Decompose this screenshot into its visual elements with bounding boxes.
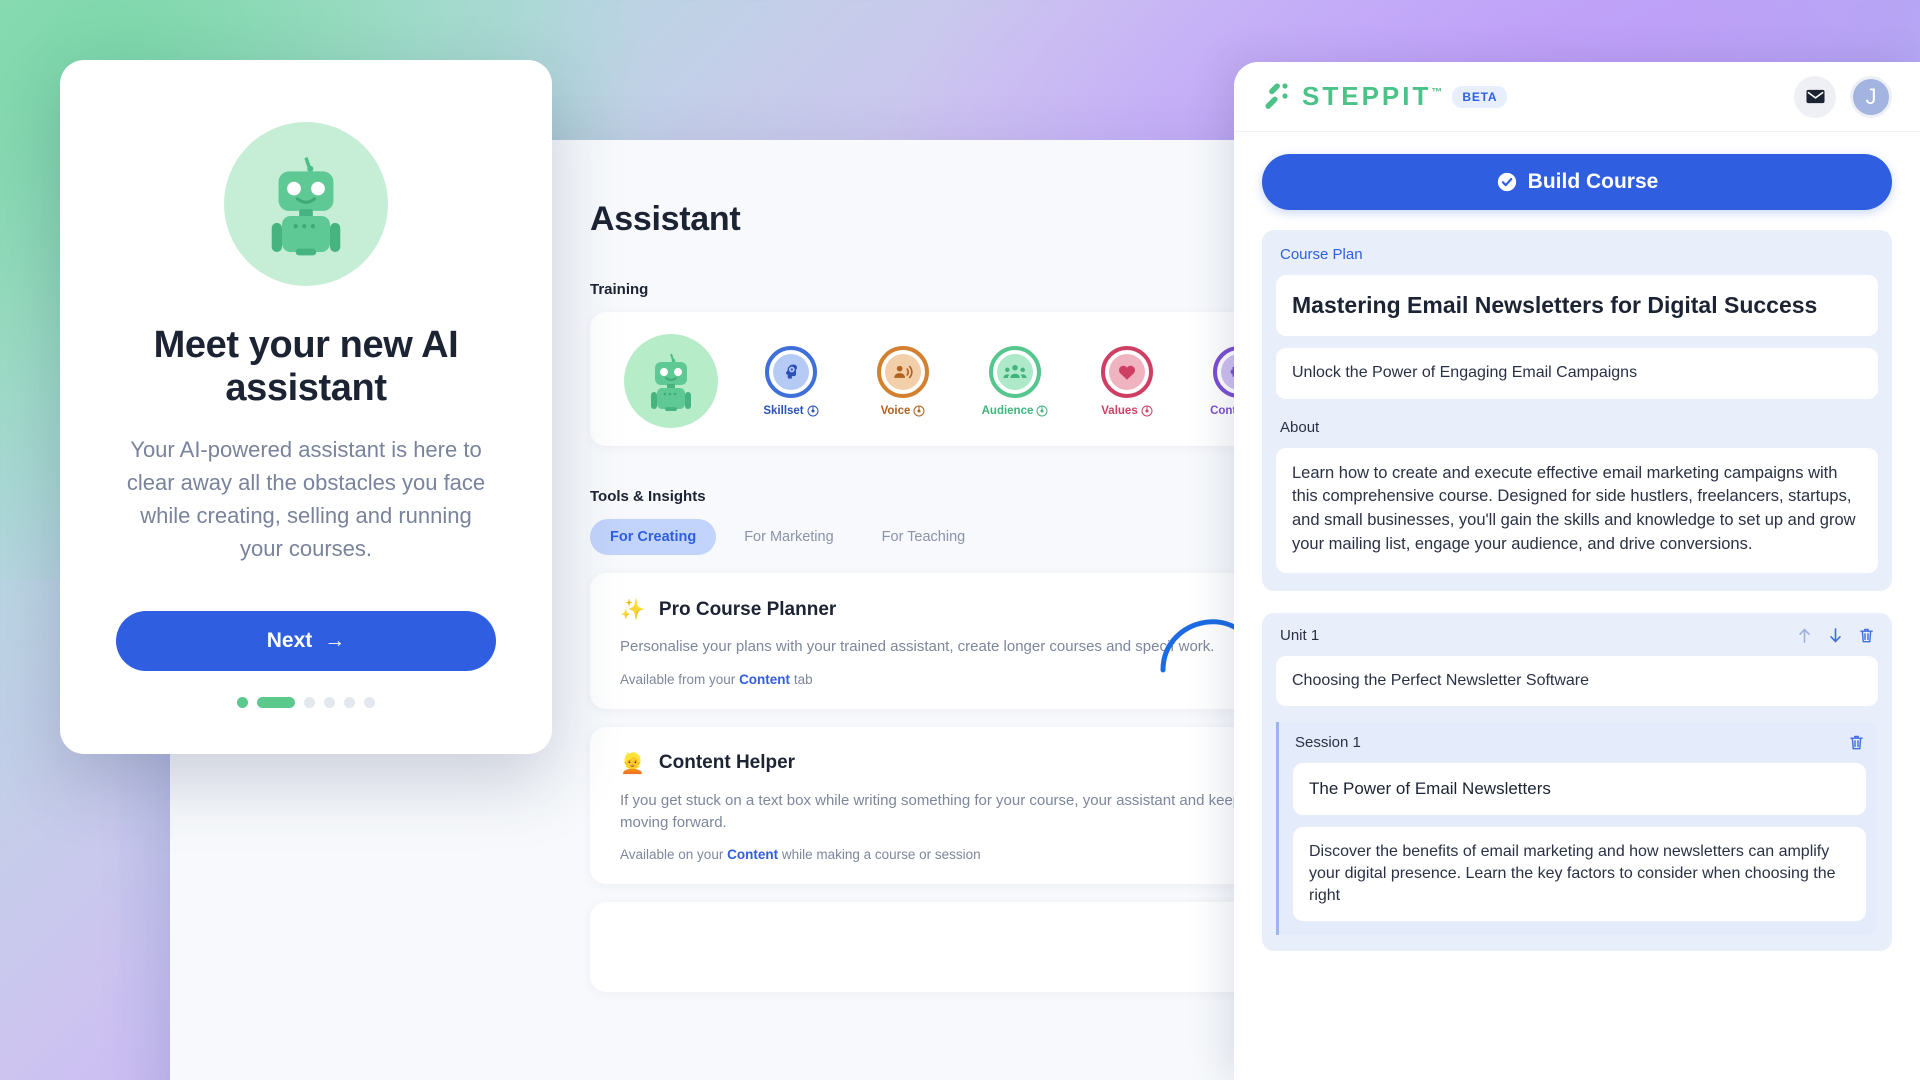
pagination-dot-2[interactable] bbox=[257, 697, 295, 709]
arrow-up-icon bbox=[1799, 628, 1810, 644]
pagination-dot-3[interactable] bbox=[304, 697, 315, 709]
training-badge-label: Skillset bbox=[763, 404, 804, 417]
dial-icon bbox=[807, 405, 819, 416]
training-badge-label: Audience bbox=[981, 404, 1034, 417]
modal-robot-avatar bbox=[224, 122, 388, 286]
heart-icon bbox=[1118, 365, 1136, 380]
dial-icon bbox=[1141, 405, 1153, 416]
panel-header: STEPPIT™ BETA J bbox=[1234, 62, 1920, 132]
training-badge-label: Voice bbox=[880, 404, 911, 417]
next-button-label: Next bbox=[266, 629, 313, 653]
pagination-dot-4[interactable] bbox=[324, 697, 335, 709]
tool-description: If you get stuck on a text box while wri… bbox=[620, 791, 1270, 831]
training-badge-skillset[interactable]: Skillset bbox=[752, 345, 830, 417]
check-circle-icon bbox=[1497, 172, 1516, 192]
course-subtitle-input[interactable]: Unlock the Power of Engaging Email Campa… bbox=[1276, 348, 1878, 399]
course-plan-box: Course Plan Mastering Email Newsletters … bbox=[1262, 230, 1892, 592]
brand-name: STEPPIT™ bbox=[1302, 81, 1443, 111]
note-suffix: tab bbox=[790, 671, 813, 687]
trash-icon bbox=[1860, 629, 1873, 643]
robot-icon bbox=[651, 353, 691, 411]
unit-delete-button[interactable] bbox=[1859, 627, 1874, 644]
about-label: About bbox=[1280, 418, 1320, 436]
tool-title: Content Helper bbox=[658, 752, 796, 774]
course-about-input[interactable]: Learn how to create and execute effectiv… bbox=[1276, 447, 1878, 574]
panel-body: Build Course Course Plan Mastering Email… bbox=[1234, 132, 1920, 1080]
unit-label: Unit 1 bbox=[1280, 627, 1320, 645]
trash-icon bbox=[1850, 736, 1863, 750]
session-name-input[interactable]: The Power of Email Newsletters bbox=[1293, 763, 1866, 815]
unit-block: Unit 1 Choosing the Perfect Newsletter S… bbox=[1262, 613, 1892, 951]
session-delete-button[interactable] bbox=[1849, 734, 1864, 751]
training-badge-audience[interactable]: Audience bbox=[976, 345, 1054, 417]
onboarding-modal: Meet your new AI assistant Your AI-power… bbox=[60, 60, 552, 755]
dial-icon bbox=[1036, 405, 1048, 416]
tool-description: Personalise your plans with your trained… bbox=[620, 638, 1215, 655]
pagination-dot-5[interactable] bbox=[344, 697, 355, 709]
build-course-label: Build Course bbox=[1527, 170, 1659, 193]
tab-for-teaching[interactable]: For Teaching bbox=[862, 519, 986, 555]
note-prefix: Available from your bbox=[620, 671, 740, 687]
unit-move-up-button[interactable] bbox=[1797, 627, 1812, 644]
unit-name-input[interactable]: Choosing the Perfect Newsletter Software bbox=[1276, 656, 1878, 707]
note-suffix: while making a course or session bbox=[778, 847, 981, 863]
session-block: Session 1 The Power of Email Newsletters… bbox=[1276, 722, 1878, 935]
build-course-button[interactable]: Build Course bbox=[1262, 154, 1892, 210]
training-badge-values[interactable]: Values bbox=[1088, 345, 1166, 417]
beta-badge: BETA bbox=[1452, 85, 1508, 108]
course-builder-panel: STEPPIT™ BETA J Build Course Course Plan… bbox=[1234, 62, 1920, 1080]
modal-body: Your AI-powered assistant is here to cle… bbox=[126, 437, 486, 562]
pagination-dot-1[interactable] bbox=[237, 697, 248, 709]
panel-header-actions: J bbox=[1794, 75, 1892, 118]
unit-move-down-button[interactable] bbox=[1828, 627, 1843, 644]
arrow-right-icon: → bbox=[324, 629, 346, 653]
unit-header: Unit 1 bbox=[1276, 627, 1878, 644]
session-header: Session 1 bbox=[1293, 734, 1866, 751]
course-plan-label: Course Plan bbox=[1280, 246, 1363, 263]
trademark-mark: ™ bbox=[1431, 86, 1443, 99]
steppit-logo-icon bbox=[1265, 82, 1288, 109]
unit-actions bbox=[1797, 627, 1874, 644]
sparkles-icon: ✨ bbox=[620, 599, 645, 621]
tab-for-marketing[interactable]: For Marketing bbox=[724, 519, 853, 555]
people-group-icon bbox=[1003, 364, 1027, 378]
mail-button[interactable] bbox=[1794, 75, 1836, 118]
assistant-robot-avatar bbox=[624, 334, 718, 428]
robot-icon bbox=[271, 157, 341, 256]
next-button[interactable]: Next → bbox=[116, 611, 496, 672]
modal-title: Meet your new AI assistant bbox=[153, 324, 459, 409]
training-badge-voice[interactable]: Voice bbox=[864, 345, 942, 417]
training-badge-label: Values bbox=[1101, 404, 1138, 417]
tab-for-creating[interactable]: For Creating bbox=[590, 519, 717, 555]
pagination-dot-6[interactable] bbox=[364, 697, 375, 709]
person-icon: 👱 bbox=[620, 752, 645, 775]
note-prefix: Available on your bbox=[620, 847, 728, 863]
head-gear-icon bbox=[786, 364, 798, 379]
dial-icon bbox=[913, 405, 925, 416]
arrow-down-icon bbox=[1830, 628, 1841, 643]
mail-icon bbox=[1805, 89, 1825, 104]
course-title-input[interactable]: Mastering Email Newsletters for Digital … bbox=[1276, 275, 1878, 337]
session-label: Session 1 bbox=[1295, 734, 1361, 752]
content-link[interactable]: Content bbox=[739, 672, 790, 687]
tool-title: Pro Course Planner bbox=[658, 598, 837, 620]
onboarding-pagination bbox=[116, 697, 496, 709]
session-description-input[interactable]: Discover the benefits of email marketing… bbox=[1293, 826, 1866, 921]
content-link[interactable]: Content bbox=[727, 847, 778, 862]
user-avatar[interactable]: J bbox=[1850, 75, 1892, 118]
speaking-person-icon bbox=[894, 365, 913, 378]
brand-logo[interactable]: STEPPIT™ BETA bbox=[1262, 80, 1508, 114]
